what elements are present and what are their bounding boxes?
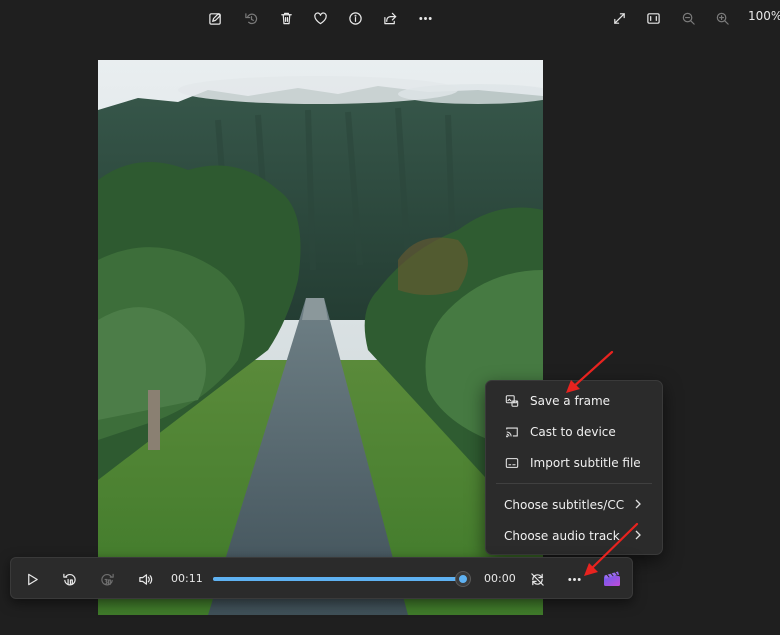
fit-to-window-icon[interactable]	[642, 7, 664, 29]
favorite-icon[interactable]	[309, 7, 331, 29]
player-controls: 00:11 00:00	[10, 557, 633, 599]
clipchamp-icon[interactable]	[601, 568, 623, 590]
share-icon[interactable]	[379, 7, 401, 29]
menu-separator	[496, 483, 652, 484]
more-options-menu: Save a frame Cast to device Import subti…	[485, 380, 663, 555]
menu-item-label: Choose audio track	[504, 528, 620, 543]
full-screen-icon[interactable]	[608, 7, 630, 29]
menu-item-choose-subtitles[interactable]: Choose subtitles/CC	[486, 489, 662, 520]
seek-bar[interactable]	[213, 572, 470, 586]
zoom-in-icon[interactable]	[711, 7, 733, 29]
video-frame[interactable]	[98, 60, 543, 615]
more-icon[interactable]	[414, 7, 436, 29]
menu-item-label: Import subtitle file	[530, 455, 641, 470]
rotate-icon[interactable]	[240, 7, 262, 29]
more-options-button[interactable]	[563, 568, 585, 590]
volume-icon[interactable]	[134, 568, 156, 590]
seek-thumb[interactable]	[456, 572, 470, 586]
chevron-right-icon	[632, 529, 644, 541]
repeat-off-icon[interactable]	[526, 568, 548, 590]
landscape-image	[98, 60, 543, 615]
cast-icon	[504, 424, 520, 440]
menu-item-label: Choose subtitles/CC	[504, 497, 625, 512]
chevron-right-icon	[632, 498, 644, 510]
menu-item-save-frame[interactable]: Save a frame	[486, 385, 662, 416]
menu-item-import-subtitle[interactable]: Import subtitle file	[486, 447, 662, 478]
skip-back-10-icon[interactable]	[58, 568, 80, 590]
play-button[interactable]	[21, 568, 43, 590]
delete-icon[interactable]	[275, 7, 297, 29]
edit-image-icon[interactable]	[204, 7, 226, 29]
zoom-out-icon[interactable]	[677, 7, 699, 29]
menu-item-cast-to-device[interactable]: Cast to device	[486, 416, 662, 447]
menu-item-label: Save a frame	[530, 393, 611, 408]
save-frame-icon	[504, 393, 520, 409]
subtitle-file-icon	[504, 455, 520, 471]
info-icon[interactable]	[344, 7, 366, 29]
remaining-time: 00:00	[484, 572, 516, 585]
elapsed-time: 00:11	[171, 572, 203, 585]
menu-item-choose-audio-track[interactable]: Choose audio track	[486, 520, 662, 551]
top-toolbar: 100%	[0, 0, 780, 36]
zoom-level: 100%	[748, 9, 780, 23]
skip-forward-30-icon[interactable]	[96, 568, 118, 590]
seek-bar-progress	[213, 577, 463, 581]
menu-item-label: Cast to device	[530, 424, 616, 439]
